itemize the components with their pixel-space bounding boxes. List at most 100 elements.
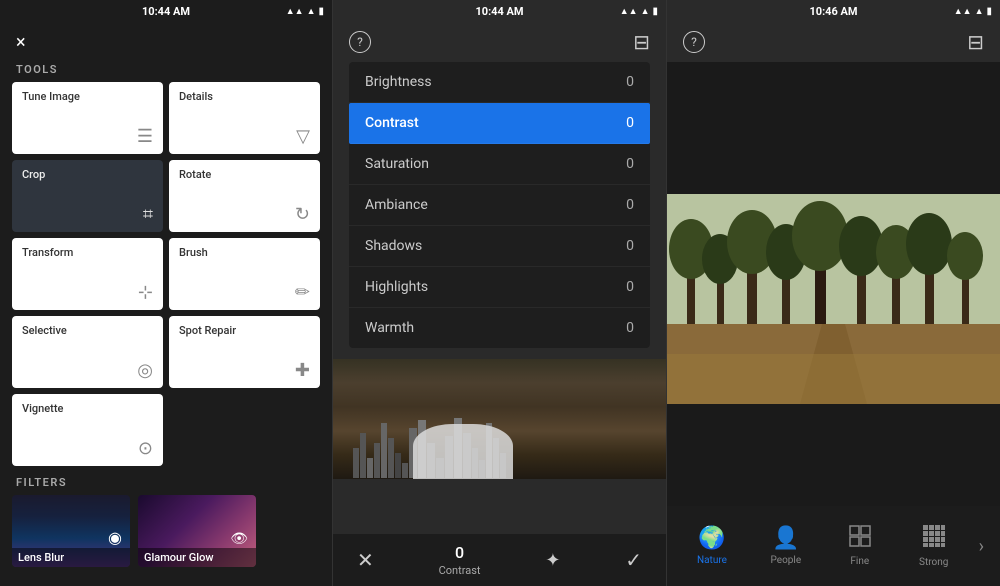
tool-transform[interactable]: Transform ⊹ bbox=[12, 238, 163, 310]
filter-tab-strong[interactable]: Strong bbox=[897, 525, 971, 568]
rotate-icon: ↻ bbox=[295, 206, 310, 224]
close-icon[interactable]: × bbox=[16, 32, 26, 53]
time-2: 10:44 AM bbox=[475, 5, 523, 18]
battery-icon: ▮ bbox=[318, 6, 324, 17]
tool-selective-label: Selective bbox=[22, 324, 153, 337]
signal-icon: ▲▲ bbox=[286, 6, 304, 17]
panel-filters: 10:46 AM ▲▲ ▲ ▮ ? ⊟ bbox=[667, 0, 1000, 586]
compare-icon-3[interactable]: ⊟ bbox=[967, 30, 984, 54]
filters-row: Lens Blur ◉ Glamour Glow 👁 bbox=[0, 495, 332, 567]
panel-tune: 10:44 AM ▲▲ ▲ ▮ ? ⊟ Brightness 0 Contras… bbox=[333, 0, 667, 586]
signal-icon-3: ▲▲ bbox=[954, 6, 972, 17]
confirm-icon[interactable]: ✓ bbox=[625, 548, 642, 572]
tune-ambiance[interactable]: Ambiance 0 bbox=[349, 185, 650, 226]
tool-crop-label: Crop bbox=[22, 168, 153, 181]
spot-repair-icon: ✚ bbox=[295, 362, 310, 380]
filter-lens-blur[interactable]: Lens Blur ◉ bbox=[12, 495, 130, 567]
people-icon: 👤 bbox=[772, 526, 799, 551]
signal-icon-2: ▲▲ bbox=[620, 6, 638, 17]
tool-vignette[interactable]: Vignette ⊙ bbox=[12, 394, 163, 466]
tool-vignette-label: Vignette bbox=[22, 402, 153, 415]
tune-shadows-label: Shadows bbox=[365, 238, 422, 254]
filter-tab-fine[interactable]: Fine bbox=[823, 525, 897, 567]
panel3-image-area bbox=[667, 62, 1000, 506]
wifi-icon: ▲ bbox=[307, 6, 316, 17]
panel-tools: 10:44 AM ▲▲ ▲ ▮ × TOOLS Tune Image ☰ Det… bbox=[0, 0, 333, 586]
tool-details-label: Details bbox=[179, 90, 310, 103]
tune-warmth-value: 0 bbox=[626, 320, 634, 336]
tool-rotate[interactable]: Rotate ↻ bbox=[169, 160, 320, 232]
histogram-peak bbox=[413, 424, 513, 479]
filter-tab-people[interactable]: 👤 People bbox=[749, 526, 823, 566]
tools-section-label: TOOLS bbox=[0, 59, 332, 82]
tune-warmth[interactable]: Warmth 0 bbox=[349, 308, 650, 348]
more-button[interactable]: › bbox=[971, 536, 992, 557]
brush-icon: ✏ bbox=[295, 284, 310, 302]
tune-highlights[interactable]: Highlights 0 bbox=[349, 267, 650, 308]
details-icon: ▽ bbox=[296, 128, 310, 146]
battery-icon-3: ▮ bbox=[986, 6, 992, 17]
bottom-center: 0 Contrast bbox=[439, 543, 481, 577]
tune-shadows[interactable]: Shadows 0 bbox=[349, 226, 650, 267]
panel2-topbar: ? ⊟ bbox=[333, 22, 666, 62]
panel2-bottombar: ✕ 0 Contrast ✦ ✓ bbox=[333, 534, 666, 586]
crop-icon: ⌗ bbox=[143, 206, 153, 224]
tune-contrast-value: 0 bbox=[626, 115, 634, 131]
tune-warmth-label: Warmth bbox=[365, 320, 414, 336]
tool-crop[interactable]: Crop ⌗ bbox=[12, 160, 163, 232]
tool-brush[interactable]: Brush ✏ bbox=[169, 238, 320, 310]
filter-lens-blur-icon: ◉ bbox=[108, 528, 122, 547]
time-3: 10:46 AM bbox=[809, 5, 857, 18]
filter-glamour-glow-icon: 👁 bbox=[230, 531, 248, 547]
status-icons-2: ▲▲ ▲ ▮ bbox=[620, 6, 658, 17]
tune-menu: Brightness 0 Contrast 0 Saturation 0 Amb… bbox=[349, 62, 650, 348]
tune-brightness-label: Brightness bbox=[365, 74, 432, 90]
wifi-icon-3: ▲ bbox=[975, 6, 984, 17]
filter-glamour-glow[interactable]: Glamour Glow 👁 bbox=[138, 495, 256, 567]
status-icons-1: ▲▲ ▲ ▮ bbox=[286, 6, 324, 17]
tool-transform-label: Transform bbox=[22, 246, 153, 259]
panel3-bottombar: 🌍 Nature 👤 People Fine bbox=[667, 506, 1000, 586]
filter-tabs: 🌍 Nature 👤 People Fine bbox=[667, 506, 1000, 586]
tune-contrast-label: Contrast bbox=[365, 115, 419, 131]
panel1-header: × bbox=[0, 22, 332, 59]
tune-saturation-value: 0 bbox=[626, 156, 634, 172]
auto-icon[interactable]: ✦ bbox=[545, 550, 560, 571]
battery-icon-2: ▮ bbox=[652, 6, 658, 17]
help-icon[interactable]: ? bbox=[349, 31, 371, 53]
strong-label: Strong bbox=[919, 557, 948, 568]
cancel-icon[interactable]: ✕ bbox=[357, 548, 374, 572]
filter-tab-nature[interactable]: 🌍 Nature bbox=[675, 526, 749, 566]
compare-icon[interactable]: ⊟ bbox=[633, 30, 650, 54]
help-icon-3[interactable]: ? bbox=[683, 31, 705, 53]
tune-highlights-label: Highlights bbox=[365, 279, 428, 295]
tool-spot-repair[interactable]: Spot Repair ✚ bbox=[169, 316, 320, 388]
fine-icon bbox=[849, 525, 871, 552]
tune-ambiance-value: 0 bbox=[626, 197, 634, 213]
tune-ambiance-label: Ambiance bbox=[365, 197, 428, 213]
tool-rotate-label: Rotate bbox=[179, 168, 310, 181]
tune-brightness[interactable]: Brightness 0 bbox=[349, 62, 650, 103]
tune-brightness-value: 0 bbox=[626, 74, 634, 90]
tune-saturation-label: Saturation bbox=[365, 156, 429, 172]
wifi-icon-2: ▲ bbox=[641, 6, 650, 17]
tools-grid: Tune Image ☰ Details ▽ Crop ⌗ Rotate ↻ T… bbox=[0, 82, 332, 466]
tune-shadows-value: 0 bbox=[626, 238, 634, 254]
filter-glamour-glow-label: Glamour Glow bbox=[138, 548, 256, 567]
filter-lens-blur-label: Lens Blur bbox=[12, 548, 130, 567]
status-icons-3: ▲▲ ▲ ▮ bbox=[954, 6, 992, 17]
tune-image-icon: ☰ bbox=[137, 128, 153, 146]
panel2-image-area bbox=[333, 348, 666, 534]
tune-saturation[interactable]: Saturation 0 bbox=[349, 144, 650, 185]
vignette-icon: ⊙ bbox=[138, 440, 153, 458]
status-bar-3: 10:46 AM ▲▲ ▲ ▮ bbox=[667, 0, 1000, 22]
tool-tune-image-label: Tune Image bbox=[22, 90, 153, 103]
strong-icon bbox=[923, 525, 945, 553]
tune-contrast[interactable]: Contrast 0 bbox=[349, 103, 650, 144]
filters-section-label: FILTERS bbox=[0, 466, 332, 495]
tool-tune-image[interactable]: Tune Image ☰ bbox=[12, 82, 163, 154]
tool-details[interactable]: Details ▽ bbox=[169, 82, 320, 154]
panel3-topbar: ? ⊟ bbox=[667, 22, 1000, 62]
tool-selective[interactable]: Selective ◎ bbox=[12, 316, 163, 388]
tune-highlights-value: 0 bbox=[626, 279, 634, 295]
